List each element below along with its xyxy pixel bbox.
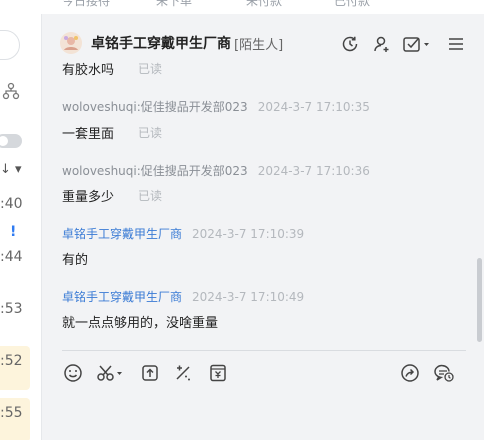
quick-reply-icon[interactable] bbox=[432, 362, 464, 384]
message-meta: 卓铭手工穿戴甲生厂商 2024-3-7 17:10:39 bbox=[62, 225, 304, 242]
sort-dropdown[interactable]: ↓ ▾ bbox=[0, 162, 22, 177]
message-meta: 卓铭手工穿戴甲生厂商 2024-3-7 17:10:49 bbox=[62, 288, 304, 305]
message-meta: woloveshuqi:促佳搜品开发部023 2024-3-7 17:10:35 bbox=[62, 98, 370, 115]
message-sender: 卓铭手工穿戴甲生厂商 bbox=[62, 290, 183, 304]
message-list[interactable]: 有胶水吗 已读 woloveshuqi:促佳搜品开发部023 2024-3-7 1… bbox=[42, 60, 484, 350]
order-dropdown-icon[interactable] bbox=[402, 34, 432, 54]
message-sender: woloveshuqi:促佳搜品开发部023 bbox=[62, 164, 248, 178]
input-divider bbox=[62, 350, 466, 351]
message-time: 2024-3-7 17:10:49 bbox=[192, 290, 305, 304]
upload-file-icon[interactable] bbox=[139, 362, 161, 384]
screenshot-icon[interactable] bbox=[95, 362, 127, 384]
tab-not-ordered[interactable]: 未下单 bbox=[156, 0, 192, 9]
share-icon[interactable] bbox=[399, 362, 421, 384]
stranger-tag: [陌生人] bbox=[234, 38, 284, 53]
shop-avatar-icon[interactable] bbox=[60, 32, 82, 54]
message-time: 2024-3-7 17:10:35 bbox=[257, 100, 370, 114]
message-text: 就一点点够用的，没啥重量 bbox=[62, 316, 219, 331]
message-text: 有的 bbox=[62, 253, 89, 268]
emoji-icon[interactable] bbox=[62, 362, 84, 384]
message-scrollbar[interactable] bbox=[477, 258, 482, 342]
tab-today-reception[interactable]: 今日接待 bbox=[62, 0, 110, 9]
session-list-panel: ↓ ▾ :40 ! :44 :53 :52 :55 bbox=[0, 14, 42, 440]
message-time: 2024-3-7 17:10:36 bbox=[257, 164, 370, 178]
chat-title: 卓铭手工穿戴甲生厂商 bbox=[91, 36, 231, 52]
session-time: :52 bbox=[0, 353, 23, 369]
read-status: 已读 bbox=[138, 126, 163, 140]
read-status: 已读 bbox=[138, 189, 163, 203]
discount-icon[interactable] bbox=[172, 362, 194, 384]
search-input[interactable] bbox=[0, 30, 20, 60]
message-sender: woloveshuqi:促佳搜品开发部023 bbox=[62, 100, 248, 114]
alert-mark: ! bbox=[10, 224, 17, 240]
session-time: :55 bbox=[0, 405, 23, 421]
filter-toggle[interactable] bbox=[0, 134, 22, 148]
org-chart-icon[interactable] bbox=[2, 82, 20, 100]
session-time: :44 bbox=[0, 249, 23, 265]
tab-paid[interactable]: 已付款 bbox=[334, 0, 370, 9]
message-meta: woloveshuqi:促佳搜品开发部023 2024-3-7 17:10:36 bbox=[62, 162, 370, 179]
session-time: :40 bbox=[0, 196, 23, 212]
message-text: 重量多少 bbox=[62, 190, 115, 205]
session-time: :53 bbox=[0, 301, 23, 317]
user-icon[interactable] bbox=[372, 34, 392, 54]
message-sender: 卓铭手工穿戴甲生厂商 bbox=[62, 227, 183, 241]
red-packet-icon[interactable] bbox=[207, 362, 229, 384]
history-icon[interactable] bbox=[340, 34, 360, 54]
read-status: 已读 bbox=[138, 62, 163, 76]
message-text: 有胶水吗 bbox=[62, 63, 115, 78]
message-time: 2024-3-7 17:10:39 bbox=[192, 227, 305, 241]
menu-icon[interactable] bbox=[446, 34, 466, 54]
message-text: 一套里面 bbox=[62, 127, 115, 142]
top-tab-strip: 今日接待 未下单 未付款 已付款 bbox=[0, 0, 484, 14]
tab-unpaid[interactable]: 未付款 bbox=[246, 0, 282, 9]
